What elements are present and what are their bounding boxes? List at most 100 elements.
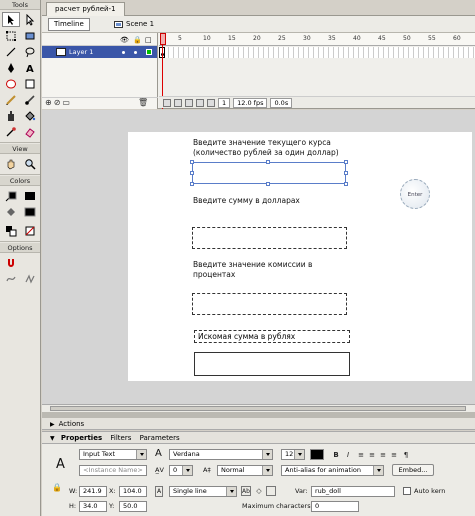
italic-icon[interactable]: I <box>343 450 353 460</box>
document-tab[interactable]: расчет рублей-1 <box>46 2 125 16</box>
label-result[interactable]: Искомая сумма в рублях <box>194 330 350 343</box>
outline-icon[interactable]: □ <box>145 36 152 44</box>
oval-tool-icon[interactable] <box>2 76 20 91</box>
x-input[interactable]: 104.0 <box>119 486 147 497</box>
border-toggle-icon[interactable] <box>266 486 276 496</box>
tab-parameters[interactable]: Parameters <box>140 434 180 442</box>
subselection-tool-icon[interactable] <box>21 12 39 27</box>
layer-outline-swatch[interactable] <box>146 49 152 55</box>
font-size-select[interactable]: 12 <box>281 449 305 460</box>
max-chars-input[interactable]: 0 <box>311 501 359 512</box>
default-colors-icon[interactable] <box>2 223 20 238</box>
pencil-tool-icon[interactable] <box>2 92 20 107</box>
tab-properties[interactable]: Properties <box>61 434 102 442</box>
no-color-icon[interactable] <box>21 223 39 238</box>
handle[interactable] <box>190 171 194 175</box>
center-frame-icon[interactable] <box>163 98 171 107</box>
frames-area[interactable]: 5 10 15 20 25 30 35 40 45 50 55 60 <box>159 33 475 97</box>
anti-alias-select[interactable]: Anti-alias for animation <box>281 465 384 476</box>
add-folder-icon[interactable]: ▭ <box>62 98 72 107</box>
scene-breadcrumb[interactable]: Scene 1 <box>114 19 154 30</box>
onion-markers-icon[interactable] <box>207 98 215 107</box>
delete-layer-icon[interactable]: 🗑 <box>138 98 150 108</box>
var-input[interactable]: rub_doll <box>311 486 395 497</box>
bold-icon[interactable]: B <box>331 450 341 460</box>
stroke-swatch-icon[interactable] <box>21 188 39 203</box>
font-select[interactable]: Verdana <box>169 449 273 460</box>
lock-icon[interactable]: 🔒 <box>133 36 142 44</box>
pen-tool-icon[interactable] <box>2 60 20 75</box>
smooth-option-icon[interactable] <box>2 271 20 286</box>
lock-icon[interactable]: 🔒 <box>52 483 62 492</box>
timeline-button[interactable]: Timeline <box>48 18 90 31</box>
align-center-icon[interactable]: ≡ <box>367 450 377 460</box>
paragraph-icon[interactable]: ¶ <box>401 450 411 460</box>
playhead-handle[interactable] <box>160 33 166 45</box>
eraser-tool-icon[interactable] <box>21 124 39 139</box>
straighten-option-icon[interactable] <box>21 271 39 286</box>
enter-button[interactable]: Enter <box>400 179 430 209</box>
y-input[interactable]: 50.0 <box>119 501 147 512</box>
width-input[interactable]: 241.9 <box>79 486 107 497</box>
layer-name[interactable]: Layer 1 <box>69 46 93 58</box>
selection-tool-icon[interactable] <box>1 12 20 27</box>
eyedropper-tool-icon[interactable] <box>2 124 20 139</box>
justify-icon[interactable]: ≡ <box>389 450 399 460</box>
frame-ruler[interactable]: 5 10 15 20 25 30 35 40 45 50 55 60 <box>159 33 475 46</box>
html-render-icon[interactable]: ◇ <box>254 486 264 496</box>
handle[interactable] <box>344 171 348 175</box>
instance-name-input[interactable]: <Instance Name> <box>79 465 147 476</box>
ink-bottle-tool-icon[interactable] <box>2 108 20 123</box>
paint-bucket-tool-icon[interactable] <box>21 108 39 123</box>
handle[interactable] <box>344 160 348 164</box>
text-color-swatch[interactable] <box>310 449 324 460</box>
handle[interactable] <box>344 182 348 186</box>
rectangle-tool-icon[interactable] <box>21 76 39 91</box>
fill-color-icon[interactable] <box>2 204 20 219</box>
layer-visible-dot[interactable] <box>122 51 125 54</box>
fill-swatch-icon[interactable] <box>21 204 39 219</box>
align-left-icon[interactable]: ≡ <box>356 450 366 460</box>
auto-kern-checkbox[interactable] <box>403 487 411 495</box>
label-rate[interactable]: Введите значение текущего курса (количес… <box>193 138 363 158</box>
fill-transform-tool-icon[interactable] <box>21 28 39 43</box>
label-commission[interactable]: Введите значение комиссии в процентах <box>193 260 343 280</box>
tab-filters[interactable]: Filters <box>110 434 131 442</box>
frame-row[interactable] <box>159 47 475 58</box>
add-layer-icon[interactable]: ⊕ <box>45 98 54 107</box>
text-tool-icon[interactable]: A <box>21 60 39 75</box>
onion-outline-icon[interactable] <box>185 98 193 107</box>
label-dollars[interactable]: Введите сумму в долларах <box>193 196 363 206</box>
align-right-icon[interactable]: ≡ <box>378 450 388 460</box>
actions-panel-header[interactable]: ▶ Actions <box>42 418 475 430</box>
baseline-select[interactable]: Normal <box>217 465 273 476</box>
snap-magnet-icon[interactable] <box>2 255 20 270</box>
zoom-tool-icon[interactable] <box>21 156 39 171</box>
scrollbar-thumb[interactable] <box>50 406 466 411</box>
eye-icon[interactable]: 👁 <box>120 36 129 44</box>
edit-multiple-icon[interactable] <box>196 98 204 107</box>
frame-rate[interactable]: 12.0 fps <box>233 97 268 108</box>
work-area[interactable]: Введите значение текущего курса (количес… <box>42 110 475 404</box>
rate-input-field[interactable] <box>190 160 348 186</box>
lasso-tool-icon[interactable] <box>21 44 39 59</box>
line-tool-icon[interactable] <box>2 44 20 59</box>
layer-lock-dot[interactable] <box>134 51 137 54</box>
height-input[interactable]: 34.0 <box>79 501 107 512</box>
handle[interactable] <box>266 160 270 164</box>
onion-skin-icon[interactable] <box>174 98 182 107</box>
free-transform-tool-icon[interactable] <box>2 28 20 43</box>
result-output-field[interactable] <box>194 352 350 376</box>
selectable-icon[interactable]: Ab <box>241 486 251 496</box>
layer-row[interactable]: Layer 1 <box>42 46 157 58</box>
text-type-select[interactable]: Input Text <box>79 449 147 460</box>
line-type-select[interactable]: Single line <box>169 486 237 497</box>
stroke-color-icon[interactable] <box>2 188 20 203</box>
brush-tool-icon[interactable] <box>21 92 39 107</box>
handle[interactable] <box>266 182 270 186</box>
handle[interactable] <box>190 182 194 186</box>
letter-spacing-select[interactable]: 0 <box>169 465 193 476</box>
stage[interactable]: Введите значение текущего курса (количес… <box>128 132 472 381</box>
dollars-input-field[interactable] <box>192 227 347 249</box>
handle[interactable] <box>190 160 194 164</box>
